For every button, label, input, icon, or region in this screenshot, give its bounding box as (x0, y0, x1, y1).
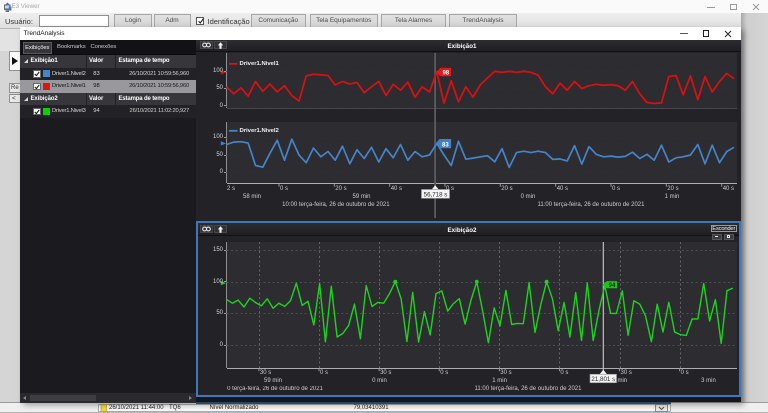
svg-text:98: 98 (442, 71, 449, 77)
svg-text:83: 83 (442, 142, 449, 148)
svg-text:56,718 s: 56,718 s (424, 191, 448, 198)
svg-text:94: 94 (609, 283, 616, 289)
